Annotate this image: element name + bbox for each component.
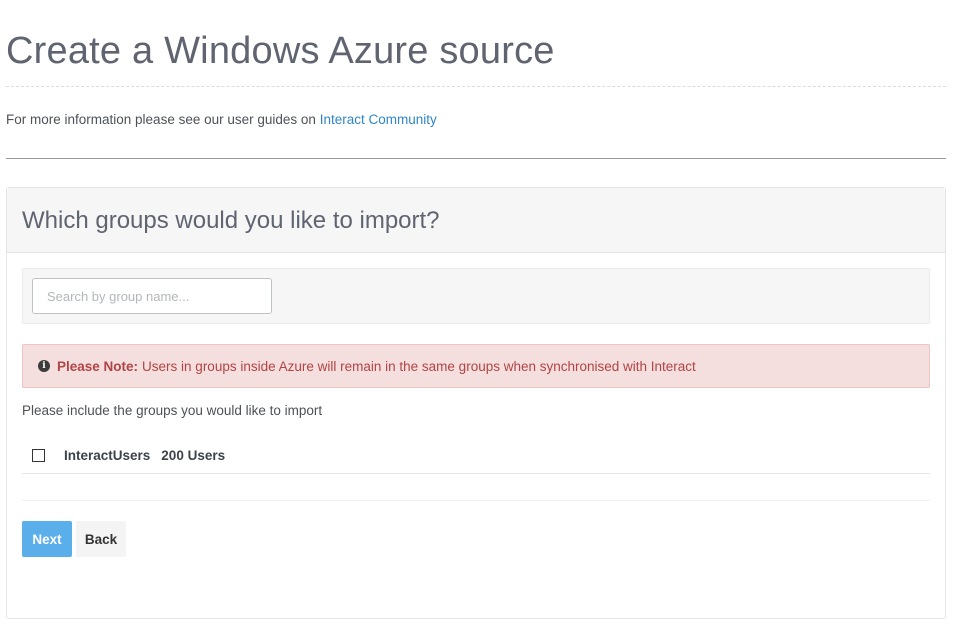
table-row: InteractUsers 200 Users [22, 438, 930, 474]
interact-community-link[interactable]: Interact Community [320, 112, 437, 127]
info-line: For more information please see our user… [6, 111, 437, 129]
back-button[interactable]: Back [76, 521, 126, 557]
group-checkbox[interactable] [32, 449, 45, 462]
next-button[interactable]: Next [22, 521, 72, 557]
page-title: Create a Windows Azure source [6, 30, 555, 72]
include-label: Please include the groups you would like… [22, 403, 323, 418]
section-divider [6, 158, 946, 159]
info-icon: i [38, 360, 50, 372]
import-groups-panel: Which groups would you like to import? i… [6, 187, 946, 619]
alert-strong-label: Please Note: [57, 358, 139, 374]
group-search-input[interactable] [32, 278, 272, 314]
panel-heading: Which groups would you like to import? [7, 188, 945, 253]
search-well [22, 268, 930, 324]
group-name: InteractUsers [64, 448, 151, 463]
title-divider [6, 86, 946, 87]
footer-divider [22, 500, 930, 501]
panel-title: Which groups would you like to import? [22, 207, 440, 234]
info-text: For more information please see our user… [6, 112, 316, 127]
group-user-count: 200 Users [161, 448, 226, 463]
page: Create a Windows Azure source For more i… [0, 0, 956, 626]
note-alert: i Please Note: Users in groups inside Az… [22, 344, 930, 388]
alert-message: Users in groups inside Azure will remain… [142, 358, 696, 374]
